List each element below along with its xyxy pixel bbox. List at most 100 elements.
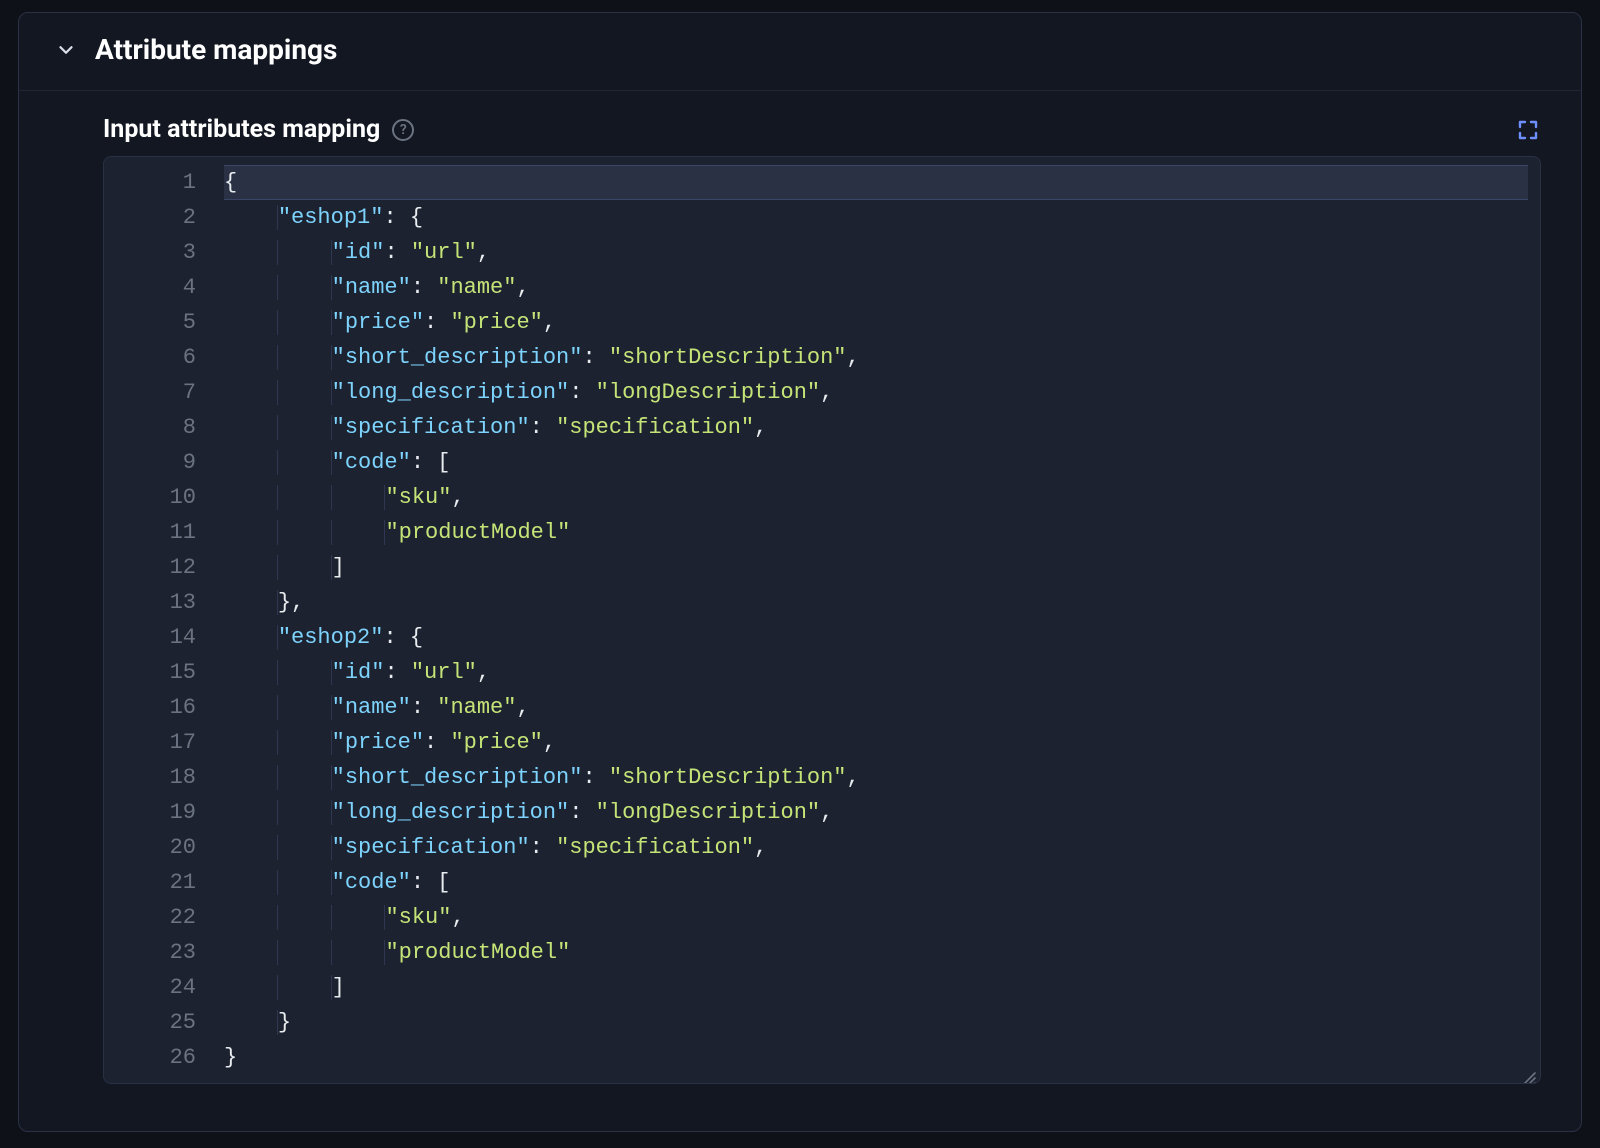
code-line[interactable]: } [224, 1040, 1528, 1075]
token-pad [225, 590, 278, 615]
editor-gutter: 1234567891011121314151617181920212223242… [104, 157, 214, 1083]
token-key: "price" [332, 310, 424, 335]
code-line[interactable]: "name": "name", [224, 270, 1528, 305]
line-number: 9 [104, 445, 196, 480]
code-line[interactable]: "sku", [224, 480, 1528, 515]
token-str: "url" [411, 660, 477, 685]
code-line[interactable]: "long_description": "longDescription", [224, 795, 1528, 830]
token-pad [226, 380, 332, 405]
token-key: "code" [332, 870, 411, 895]
token-key: "specification" [332, 415, 530, 440]
section-title: Input attributes mapping [103, 115, 380, 144]
line-number: 15 [104, 655, 196, 690]
token-key: "price" [332, 730, 424, 755]
line-number: 13 [104, 585, 196, 620]
code-line[interactable]: ] [224, 970, 1528, 1005]
token-brace: ] [332, 555, 345, 580]
token-key: "short_description" [332, 765, 583, 790]
token-pad [226, 695, 332, 720]
token-brace: { [224, 170, 237, 195]
token-str: "longDescription" [596, 800, 820, 825]
json-editor[interactable]: 1234567891011121314151617181920212223242… [103, 156, 1541, 1084]
token-key: "specification" [332, 835, 530, 860]
code-line[interactable]: "specification": "specification", [224, 410, 1528, 445]
token-key: "name" [332, 695, 411, 720]
line-number: 10 [104, 480, 196, 515]
token-punc: : [424, 730, 450, 755]
token-pad [226, 450, 332, 475]
line-number: 4 [104, 270, 196, 305]
token-punc: , [516, 695, 529, 720]
token-pad [225, 625, 278, 650]
code-line[interactable]: "code": [ [224, 865, 1528, 900]
editor-code[interactable]: { "eshop1": { "id": "url", "name": "name… [214, 157, 1540, 1083]
line-number: 5 [104, 305, 196, 340]
token-pad [226, 310, 332, 335]
line-number: 3 [104, 235, 196, 270]
token-str: "longDescription" [596, 380, 820, 405]
token-key: "long_description" [332, 380, 570, 405]
code-line[interactable]: "id": "url", [224, 655, 1528, 690]
token-key: "id" [332, 240, 385, 265]
code-line[interactable]: "sku", [224, 900, 1528, 935]
token-pad [226, 275, 332, 300]
line-number: 11 [104, 515, 196, 550]
code-line[interactable]: "short_description": "shortDescription", [224, 340, 1528, 375]
input-attributes-mapping-section: Input attributes mapping ? 1234567891011… [19, 91, 1581, 1131]
code-line[interactable]: "short_description": "shortDescription", [224, 760, 1528, 795]
expand-icon[interactable] [1515, 117, 1541, 143]
token-punc: , [754, 415, 767, 440]
token-str: "name" [437, 695, 516, 720]
line-number: 23 [104, 935, 196, 970]
token-punc: : [530, 835, 556, 860]
code-line[interactable]: } [224, 1005, 1528, 1040]
code-line[interactable]: "name": "name", [224, 690, 1528, 725]
token-punc: : [383, 205, 409, 230]
line-number: 21 [104, 865, 196, 900]
code-line[interactable]: "price": "price", [224, 305, 1528, 340]
token-pad [226, 555, 332, 580]
code-line[interactable]: "productModel" [224, 935, 1528, 970]
token-punc: , [516, 275, 529, 300]
token-punc: , [451, 905, 464, 930]
help-icon[interactable]: ? [392, 119, 414, 141]
code-line[interactable]: "price": "price", [224, 725, 1528, 760]
token-brace: ] [332, 975, 345, 1000]
token-brace: [ [437, 450, 450, 475]
line-number: 17 [104, 725, 196, 760]
line-number: 16 [104, 690, 196, 725]
token-str: "price" [450, 310, 542, 335]
code-line[interactable]: }, [224, 585, 1528, 620]
panel-header[interactable]: Attribute mappings [19, 13, 1581, 91]
resize-icon[interactable] [1520, 1063, 1536, 1079]
code-line[interactable]: "specification": "specification", [224, 830, 1528, 865]
token-pad [226, 835, 332, 860]
code-line[interactable]: "eshop2": { [224, 620, 1528, 655]
token-punc: : [424, 310, 450, 335]
code-line[interactable]: "long_description": "longDescription", [224, 375, 1528, 410]
token-key: "eshop2" [278, 625, 384, 650]
token-punc: , [291, 590, 304, 615]
token-pad [226, 415, 332, 440]
token-brace: { [410, 205, 423, 230]
token-key: "long_description" [332, 800, 570, 825]
token-pad [226, 975, 332, 1000]
code-line[interactable]: "code": [ [224, 445, 1528, 480]
token-punc: , [820, 380, 833, 405]
token-punc: : [411, 450, 437, 475]
token-str: "shortDescription" [609, 765, 847, 790]
token-str: "url" [411, 240, 477, 265]
panel-title: Attribute mappings [95, 33, 337, 66]
code-line[interactable]: "id": "url", [224, 235, 1528, 270]
token-str: "productModel" [385, 520, 570, 545]
token-brace: { [410, 625, 423, 650]
code-line[interactable]: ] [224, 550, 1528, 585]
code-line[interactable]: { [224, 165, 1528, 200]
code-line[interactable]: "productModel" [224, 515, 1528, 550]
code-line[interactable]: "eshop1": { [224, 200, 1528, 235]
token-pad [225, 205, 278, 230]
token-str: "price" [450, 730, 542, 755]
token-pad [225, 1010, 278, 1035]
token-brace: } [224, 1045, 237, 1070]
chevron-down-icon[interactable] [53, 37, 79, 63]
